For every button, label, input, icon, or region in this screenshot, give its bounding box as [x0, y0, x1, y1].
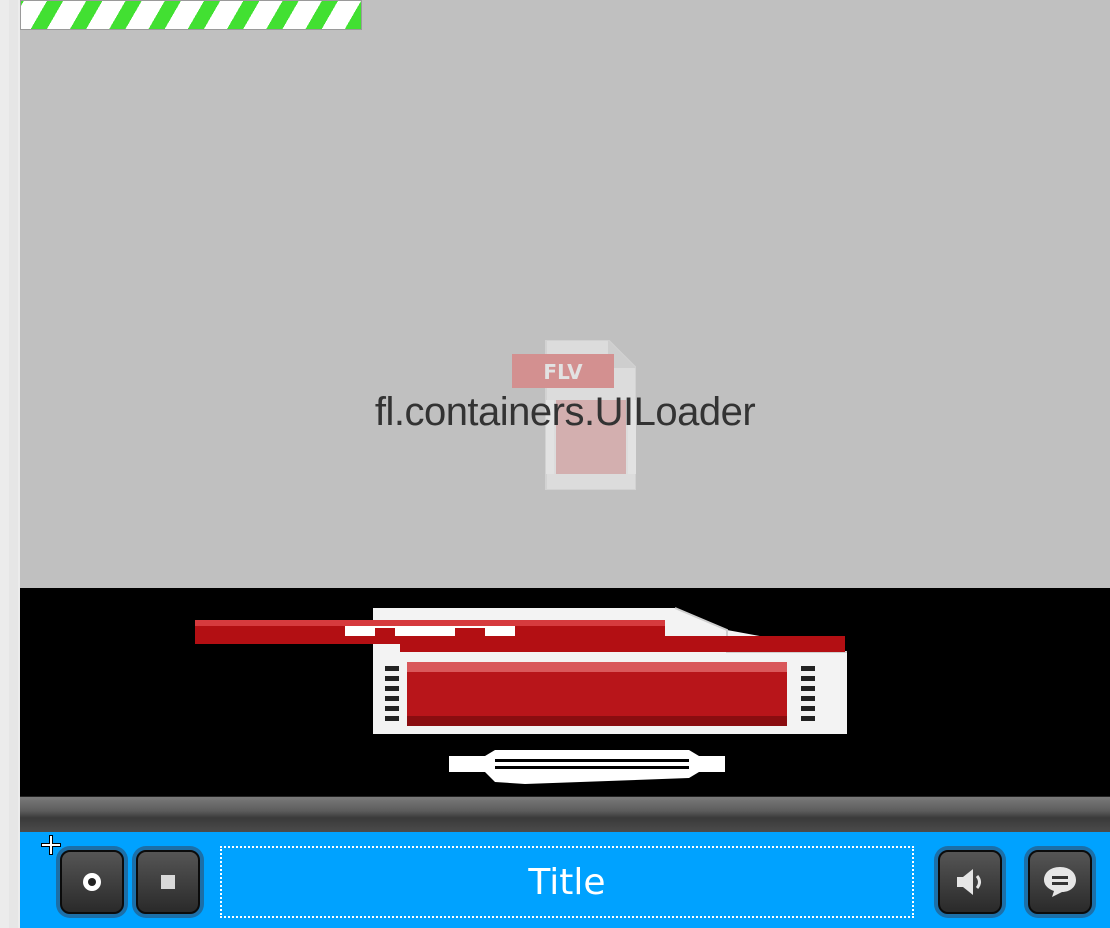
ui-loader: FLV fl.containers.UILoader [20, 0, 1110, 588]
video-display [20, 588, 1110, 796]
speech-bubble-icon [1044, 867, 1076, 897]
play-button[interactable] [56, 846, 128, 918]
loading-progress-stripe [20, 0, 362, 30]
stage-background: FLV fl.containers.UILoader Title [0, 0, 1110, 928]
stop-button[interactable] [132, 846, 204, 918]
flv-playback-component: FLV fl.containers.UILoader Title [20, 0, 1110, 928]
caption-button[interactable] [1024, 846, 1096, 918]
record-dot-icon [83, 873, 101, 891]
flv-badge-text: FLV [543, 360, 583, 384]
seek-bar[interactable] [20, 796, 1110, 832]
stop-square-icon [161, 875, 175, 889]
speaker-icon [957, 869, 981, 895]
control-bar: Title [20, 832, 1110, 928]
volume-button[interactable] [934, 846, 1006, 918]
flv-placeholder-graphic [195, 607, 847, 784]
loader-class-label: fl.containers.UILoader [374, 390, 756, 434]
title-display: Title [220, 846, 914, 918]
